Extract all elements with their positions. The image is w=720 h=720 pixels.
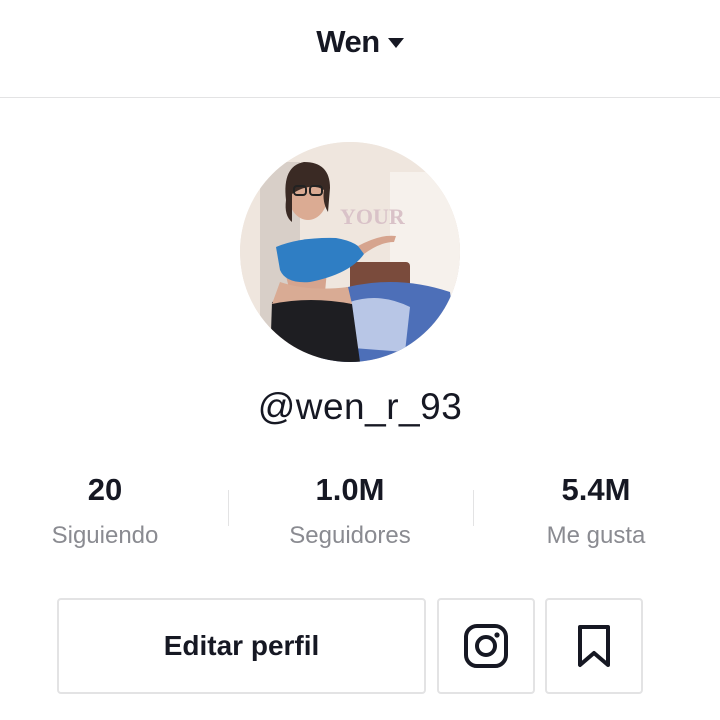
bookmark-icon [578,625,610,667]
likes-label: Me gusta [546,522,646,549]
stat-following[interactable]: 20 Siguiendo [5,470,205,550]
stat-followers[interactable]: 1.0M Seguidores [250,470,450,550]
top-header: Wen [0,0,720,98]
avatar[interactable]: YOUR [240,142,460,362]
svg-text:YOUR: YOUR [340,204,406,229]
instagram-icon [464,624,508,668]
account-name: Wen [316,24,380,59]
likes-count: 5.4M [561,472,631,507]
username: @wen_r_93 [257,386,463,427]
instagram-button[interactable] [437,598,535,694]
followers-count: 1.0M [315,472,385,507]
following-count: 20 [87,472,123,507]
favorites-button[interactable] [545,598,643,694]
edit-profile-button[interactable]: Editar perfil [57,598,426,694]
avatar-image: YOUR [240,142,460,362]
following-label: Siguiendo [51,522,159,549]
stat-divider [228,490,229,526]
caret-down-icon [387,38,404,48]
followers-label: Seguidores [289,522,411,549]
account-switcher[interactable]: Wen [0,20,720,64]
stat-divider [473,490,474,526]
stat-likes: 5.4M Me gusta [496,470,696,550]
